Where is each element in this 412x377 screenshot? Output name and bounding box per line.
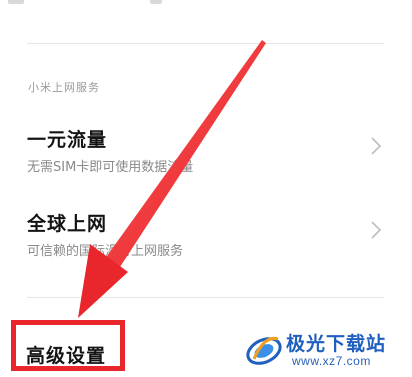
item-subtitle: 无需SIM卡即可使用数据流量 (27, 160, 194, 175)
watermark-name: 极光下载站 (286, 333, 387, 355)
item-title: 全球上网 (27, 213, 108, 235)
list-item-one-yuan-data[interactable]: 一元流量 无需SIM卡即可使用数据流量 (0, 125, 412, 195)
watermark-url: www.xz7.com (292, 354, 371, 368)
divider (27, 43, 384, 44)
watermark: 极光下载站 www.xz7.com (244, 327, 404, 371)
cut-off-text-fragment (150, 0, 162, 4)
item-subtitle: 可信赖的国际漫游上网服务 (27, 244, 184, 259)
section-header: 小米上网服务 (28, 81, 100, 94)
list-item-global-internet[interactable]: 全球上网 可信赖的国际漫游上网服务 (0, 209, 412, 279)
divider (27, 297, 384, 298)
cut-off-text-fragment (8, 0, 24, 4)
highlight-box (11, 320, 125, 371)
watermark-logo-icon (246, 336, 282, 365)
chevron-right-icon (371, 137, 382, 155)
chevron-right-icon (371, 221, 382, 239)
item-title: 一元流量 (27, 129, 108, 151)
